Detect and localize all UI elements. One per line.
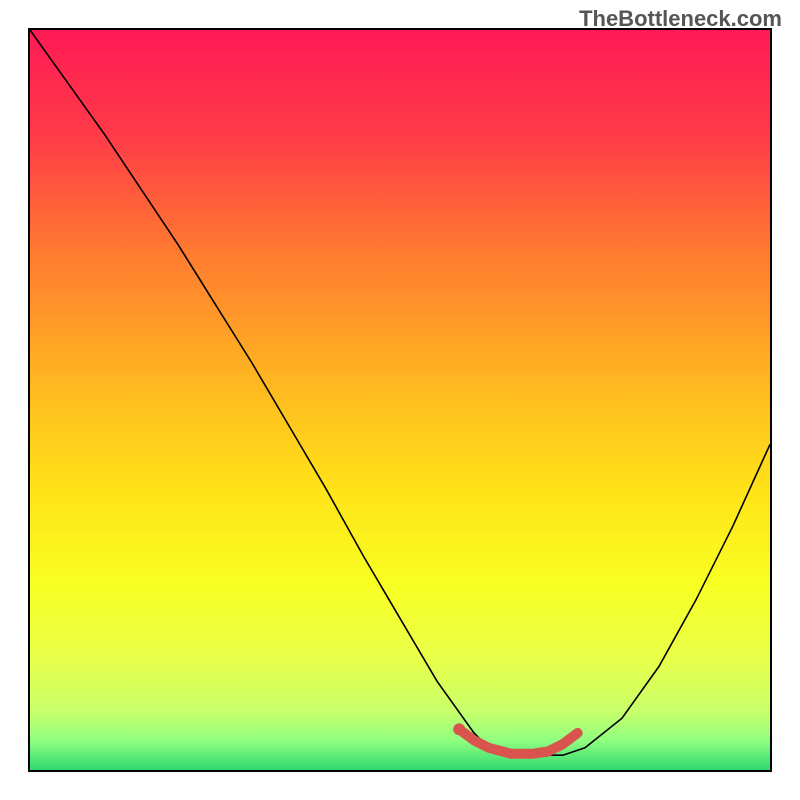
highlight-start-dot: [453, 723, 465, 735]
chart-plot-area: [28, 28, 772, 772]
watermark-text: TheBottleneck.com: [579, 6, 782, 32]
main-curve: [30, 30, 770, 755]
highlight-curve: [459, 729, 577, 753]
chart-curves: [30, 30, 770, 770]
